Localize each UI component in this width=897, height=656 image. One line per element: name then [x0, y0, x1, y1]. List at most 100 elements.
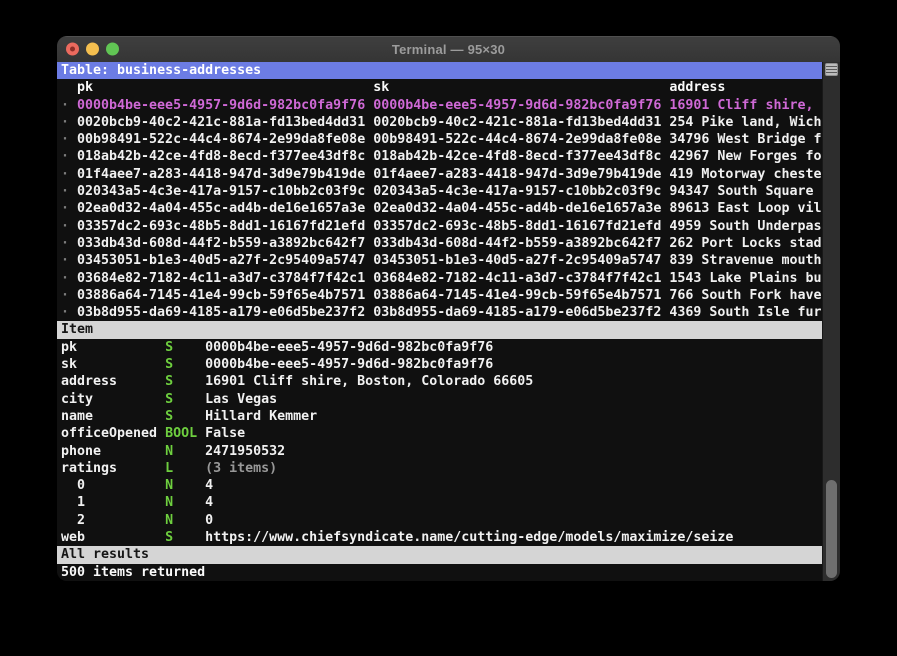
cell-sk: 00b98491-522c-44c4-8674-2e99da8fe08e: [373, 132, 662, 148]
cell-address: 4369 South Isle fur: [669, 305, 822, 321]
table-row[interactable]: · 00b98491-522c-44c4-8674-2e99da8fe08e 00b…: [61, 131, 822, 148]
field-type-badge: S: [165, 530, 174, 546]
item-fields: pk S 0000b4be-eee5-4957-9d6d-982bc0fa9f76 s…: [61, 339, 822, 547]
field-value: 4: [205, 478, 214, 494]
cell-pk: 00b98491-522c-44c4-8674-2e99da8fe08e: [77, 132, 366, 148]
scrollbar-track[interactable]: [822, 62, 840, 581]
field-key: web: [61, 530, 86, 546]
cell-sk: 02ea0d32-4a04-455c-ad4b-de16e1657a3e: [373, 201, 662, 217]
cell-address: 34796 West Bridge f: [669, 132, 822, 148]
item-field-row: officeOpened BOOL False: [61, 425, 822, 442]
table-row[interactable]: · 0020bcb9-40c2-421c-881a-fd13bed4dd31 002…: [61, 114, 822, 131]
column-header-sk: sk: [373, 80, 390, 96]
field-key: address: [61, 374, 118, 390]
table-row[interactable]: · 03453051-b1e3-40d5-a27f-2c95409a5747 034…: [61, 252, 822, 269]
item-field-row: address S 16901 Cliff shire, Boston, Color…: [61, 373, 822, 390]
field-type-badge: L: [165, 460, 174, 476]
field-type-badge: S: [165, 408, 174, 424]
table-row[interactable]: · 018ab42b-42ce-4fd8-8ecd-f377ee43df8c 018…: [61, 148, 822, 165]
status-line: 500 items returned: [61, 564, 822, 581]
cell-sk: 033db43d-608d-44f2-b559-a3892bc642f7: [373, 235, 662, 251]
table-row[interactable]: · 020343a5-4c3e-417a-9157-c10bb2c03f9c 020…: [61, 183, 822, 200]
cell-pk: 03886a64-7145-41e4-99cb-59f65e4b7571: [77, 287, 366, 303]
item-field-row: sk S 0000b4be-eee5-4957-9d6d-982bc0fa9f76: [61, 356, 822, 373]
column-header-row: pk sk address: [61, 79, 822, 96]
scrollbar-thumb[interactable]: [826, 480, 837, 578]
cell-pk: 018ab42b-42ce-4fd8-8ecd-f377ee43df8c: [77, 149, 366, 165]
cell-address: 839 Stravenue mouth: [669, 253, 822, 269]
column-header-pk: pk: [77, 80, 94, 96]
results-section-bar: All results: [57, 546, 822, 564]
table-row[interactable]: · 02ea0d32-4a04-455c-ad4b-de16e1657a3e 02e…: [61, 200, 822, 217]
row-bullet-icon: ·: [61, 114, 70, 130]
field-key: officeOpened: [61, 426, 158, 442]
item-field-row: phone N 2471950532: [61, 443, 822, 460]
item-field-row: 2 N 0: [61, 512, 822, 529]
field-key: pk: [61, 339, 78, 355]
cell-pk: 0000b4be-eee5-4957-9d6d-982bc0fa9f76: [77, 97, 366, 113]
field-key: ratings: [61, 460, 118, 476]
row-bullet-icon: ·: [61, 253, 70, 269]
cell-pk: 020343a5-4c3e-417a-9157-c10bb2c03f9c: [77, 184, 366, 200]
table-row[interactable]: · 033db43d-608d-44f2-b559-a3892bc642f7 033…: [61, 235, 822, 252]
cell-address: 16901 Cliff shire,: [669, 97, 822, 113]
field-value: 0000b4be-eee5-4957-9d6d-982bc0fa9f76: [205, 357, 494, 373]
cell-pk: 03453051-b1e3-40d5-a27f-2c95409a5747: [77, 253, 366, 269]
desktop: Terminal — 95×30 Table: business-address…: [0, 0, 897, 656]
table-row[interactable]: · 01f4aee7-a283-4418-947d-3d9e79b419de 01f…: [61, 166, 822, 183]
cell-pk: 0020bcb9-40c2-421c-881a-fd13bed4dd31: [77, 114, 366, 130]
field-type-badge: N: [165, 512, 174, 528]
cell-pk: 02ea0d32-4a04-455c-ad4b-de16e1657a3e: [77, 201, 366, 217]
cell-sk: 03684e82-7182-4c11-a3d7-c3784f7f42c1: [373, 270, 662, 286]
item-section-label: Item: [61, 322, 94, 338]
split-pane-icon[interactable]: [825, 63, 838, 76]
table-row[interactable]: · 03b8d955-da69-4185-a179-e06d5be237f2 03b…: [61, 304, 822, 321]
cell-sk: 0020bcb9-40c2-421c-881a-fd13bed4dd31: [373, 114, 662, 130]
titlebar[interactable]: Terminal — 95×30: [57, 36, 840, 62]
close-button[interactable]: [66, 42, 79, 56]
window-title: Terminal — 95×30: [391, 41, 506, 57]
minimize-button[interactable]: [86, 42, 99, 56]
field-type-badge: S: [165, 374, 174, 390]
status-text: 500 items returned: [61, 564, 206, 580]
item-field-row: name S Hillard Kemmer: [61, 408, 822, 425]
row-bullet-icon: ·: [61, 149, 70, 165]
cell-pk: 03357dc2-693c-48b5-8dd1-16167fd21efd: [77, 218, 366, 234]
cell-pk: 01f4aee7-a283-4418-947d-3d9e79b419de: [77, 166, 366, 182]
field-type-badge: N: [165, 478, 174, 494]
field-key: 0: [61, 478, 86, 494]
field-type-badge: S: [165, 339, 174, 355]
field-type-badge: N: [165, 443, 174, 459]
row-bullet-icon: ·: [61, 201, 70, 217]
bullet-column-spacer: [61, 79, 77, 96]
item-field-row: city S Las Vegas: [61, 391, 822, 408]
cell-sk: 03357dc2-693c-48b5-8dd1-16167fd21efd: [373, 218, 662, 234]
table-row[interactable]: · 03886a64-7145-41e4-99cb-59f65e4b7571 038…: [61, 287, 822, 304]
table-row[interactable]: · 0000b4be-eee5-4957-9d6d-982bc0fa9f76 000…: [61, 97, 822, 114]
row-bullet-icon: ·: [61, 218, 70, 234]
table-row[interactable]: · 03357dc2-693c-48b5-8dd1-16167fd21efd 033…: [61, 218, 822, 235]
row-bullet-icon: ·: [61, 166, 70, 182]
cell-pk: 03b8d955-da69-4185-a179-e06d5be237f2: [77, 305, 366, 321]
table-header-label: Table: business-addresses: [61, 63, 262, 78]
table-row[interactable]: · 03684e82-7182-4c11-a3d7-c3784f7f42c1 036…: [61, 270, 822, 287]
field-type-badge: N: [165, 495, 174, 511]
row-bullet-icon: ·: [61, 97, 70, 113]
cell-address: 1543 Lake Plains bu: [669, 270, 822, 286]
zoom-button[interactable]: [106, 42, 119, 56]
field-type-badge: S: [165, 357, 174, 373]
field-value: False: [205, 426, 246, 442]
cell-sk: 018ab42b-42ce-4fd8-8ecd-f377ee43df8c: [373, 149, 662, 165]
row-bullet-icon: ·: [61, 235, 70, 251]
cell-address: 419 Motorway cheste: [669, 166, 822, 182]
cell-sk: 020343a5-4c3e-417a-9157-c10bb2c03f9c: [373, 184, 662, 200]
cell-address: 766 South Fork have: [669, 287, 822, 303]
cell-sk: 03886a64-7145-41e4-99cb-59f65e4b7571: [373, 287, 662, 303]
field-value: 16901 Cliff shire, Boston, Colorado 6660…: [205, 374, 534, 390]
traffic-lights: [66, 42, 119, 56]
field-type-badge: BOOL: [165, 426, 198, 442]
field-type-badge: S: [165, 391, 174, 407]
terminal-body: Table: business-addresses pk sk address · 0…: [57, 62, 840, 581]
field-key: 1: [61, 495, 86, 511]
cell-sk: 0000b4be-eee5-4957-9d6d-982bc0fa9f76: [373, 97, 662, 113]
